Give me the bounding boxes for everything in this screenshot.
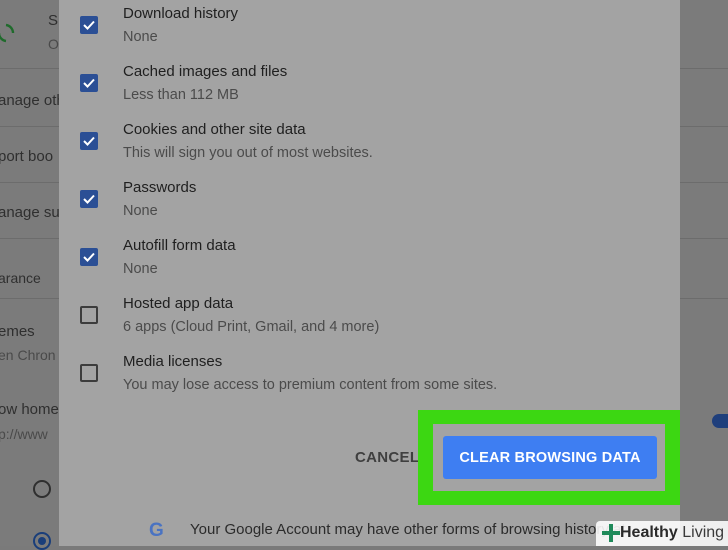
option-label: Cookies and other site data xyxy=(123,121,306,138)
bg-home-label: ow home xyxy=(0,401,59,418)
bg-item-import-bookmarks[interactable]: port boo xyxy=(0,148,53,165)
option-label: Media licenses xyxy=(123,353,223,370)
checkbox-checked[interactable] xyxy=(80,16,98,34)
check-icon xyxy=(83,252,95,262)
checkbox-checked[interactable] xyxy=(80,74,98,92)
bg-item-manage-others[interactable]: anage oth xyxy=(0,92,65,109)
sync-title: S xyxy=(48,12,59,29)
option-cached-images[interactable]: Cached images and files Less than 112 MB xyxy=(59,58,680,116)
option-cookies[interactable]: Cookies and other site data This will si… xyxy=(59,116,680,174)
option-sub: None xyxy=(123,29,158,45)
option-passwords[interactable]: Passwords None xyxy=(59,174,680,232)
option-sub: None xyxy=(123,261,158,277)
checkbox-checked[interactable] xyxy=(80,132,98,150)
bg-section-appearance: arance xyxy=(0,270,41,286)
option-label: Download history xyxy=(123,5,239,22)
cancel-button[interactable]: CANCEL xyxy=(355,449,419,466)
sync-icon xyxy=(0,23,15,43)
check-icon xyxy=(83,136,95,146)
google-g-icon: G xyxy=(149,520,164,541)
footer-notice: Your Google Account may have other forms… xyxy=(190,521,626,538)
clear-browsing-data-button[interactable]: CLEAR BROWSING DATA xyxy=(443,436,657,479)
option-sub: You may lose access to premium content f… xyxy=(123,377,498,393)
bg-item-manage-supervised[interactable]: anage su xyxy=(0,204,60,221)
watermark-light: Living xyxy=(682,524,725,541)
option-download-history[interactable]: Download history None xyxy=(59,0,680,58)
checkbox-checked[interactable] xyxy=(80,248,98,266)
option-autofill[interactable]: Autofill form data None xyxy=(59,232,680,290)
check-icon xyxy=(83,194,95,204)
check-icon xyxy=(83,78,95,88)
bg-radio-option-selected[interactable] xyxy=(33,532,51,550)
bg-home-sub: p://www xyxy=(0,426,48,442)
sync-sub: O xyxy=(48,36,59,52)
option-sub: None xyxy=(123,203,158,219)
checkbox-unchecked[interactable] xyxy=(80,364,98,382)
plus-logo-icon xyxy=(602,524,620,542)
check-icon xyxy=(83,20,95,30)
bg-home-toggle[interactable] xyxy=(712,414,728,428)
option-sub: Less than 112 MB xyxy=(123,87,239,103)
checkbox-checked[interactable] xyxy=(80,190,98,208)
watermark-text: Healthy Living xyxy=(620,524,724,542)
bg-radio-option[interactable] xyxy=(33,480,51,498)
option-sub: 6 apps (Cloud Print, Gmail, and 4 more) xyxy=(123,319,380,335)
clear-button-label: CLEAR BROWSING DATA xyxy=(459,449,641,466)
option-label: Autofill form data xyxy=(123,237,236,254)
option-media-licenses[interactable]: Media licenses You may lose access to pr… xyxy=(59,348,680,406)
watermark-bold: Healthy xyxy=(620,524,678,541)
option-label: Cached images and files xyxy=(123,63,288,80)
option-label: Hosted app data xyxy=(123,295,234,312)
option-label: Passwords xyxy=(123,179,197,196)
bg-themes-label[interactable]: emes xyxy=(0,323,35,340)
option-hosted-app-data[interactable]: Hosted app data 6 apps (Cloud Print, Gma… xyxy=(59,290,680,348)
option-sub: This will sign you out of most websites. xyxy=(123,145,373,161)
bg-themes-sub: en Chron xyxy=(0,347,56,363)
checkbox-unchecked[interactable] xyxy=(80,306,98,324)
